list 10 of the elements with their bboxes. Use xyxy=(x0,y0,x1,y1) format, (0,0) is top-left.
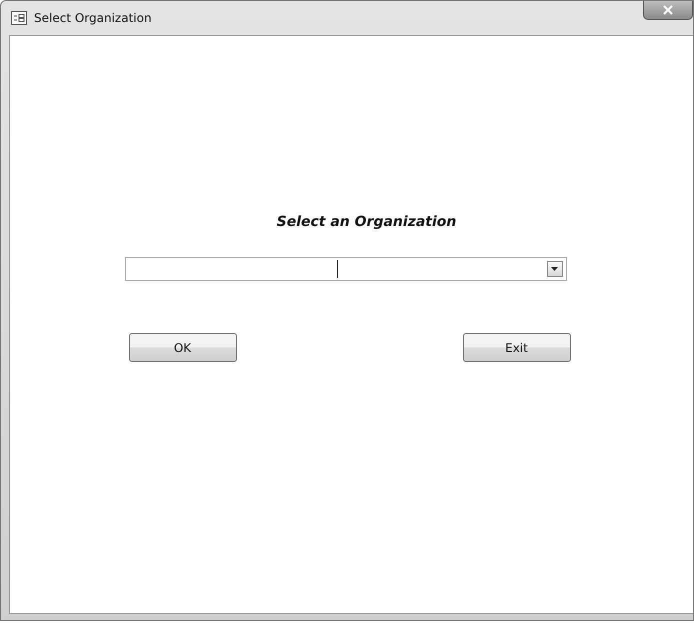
window-title: Select Organization xyxy=(34,11,152,25)
text-cursor xyxy=(336,260,338,278)
form-icon xyxy=(11,11,27,25)
close-icon xyxy=(663,5,673,15)
dropdown-button[interactable] xyxy=(546,261,562,277)
exit-button[interactable]: Exit xyxy=(462,333,570,362)
form-heading: Select an Organization xyxy=(276,214,456,230)
ok-button[interactable]: OK xyxy=(128,333,236,362)
close-button[interactable] xyxy=(643,1,693,20)
caret-icon xyxy=(551,267,558,271)
